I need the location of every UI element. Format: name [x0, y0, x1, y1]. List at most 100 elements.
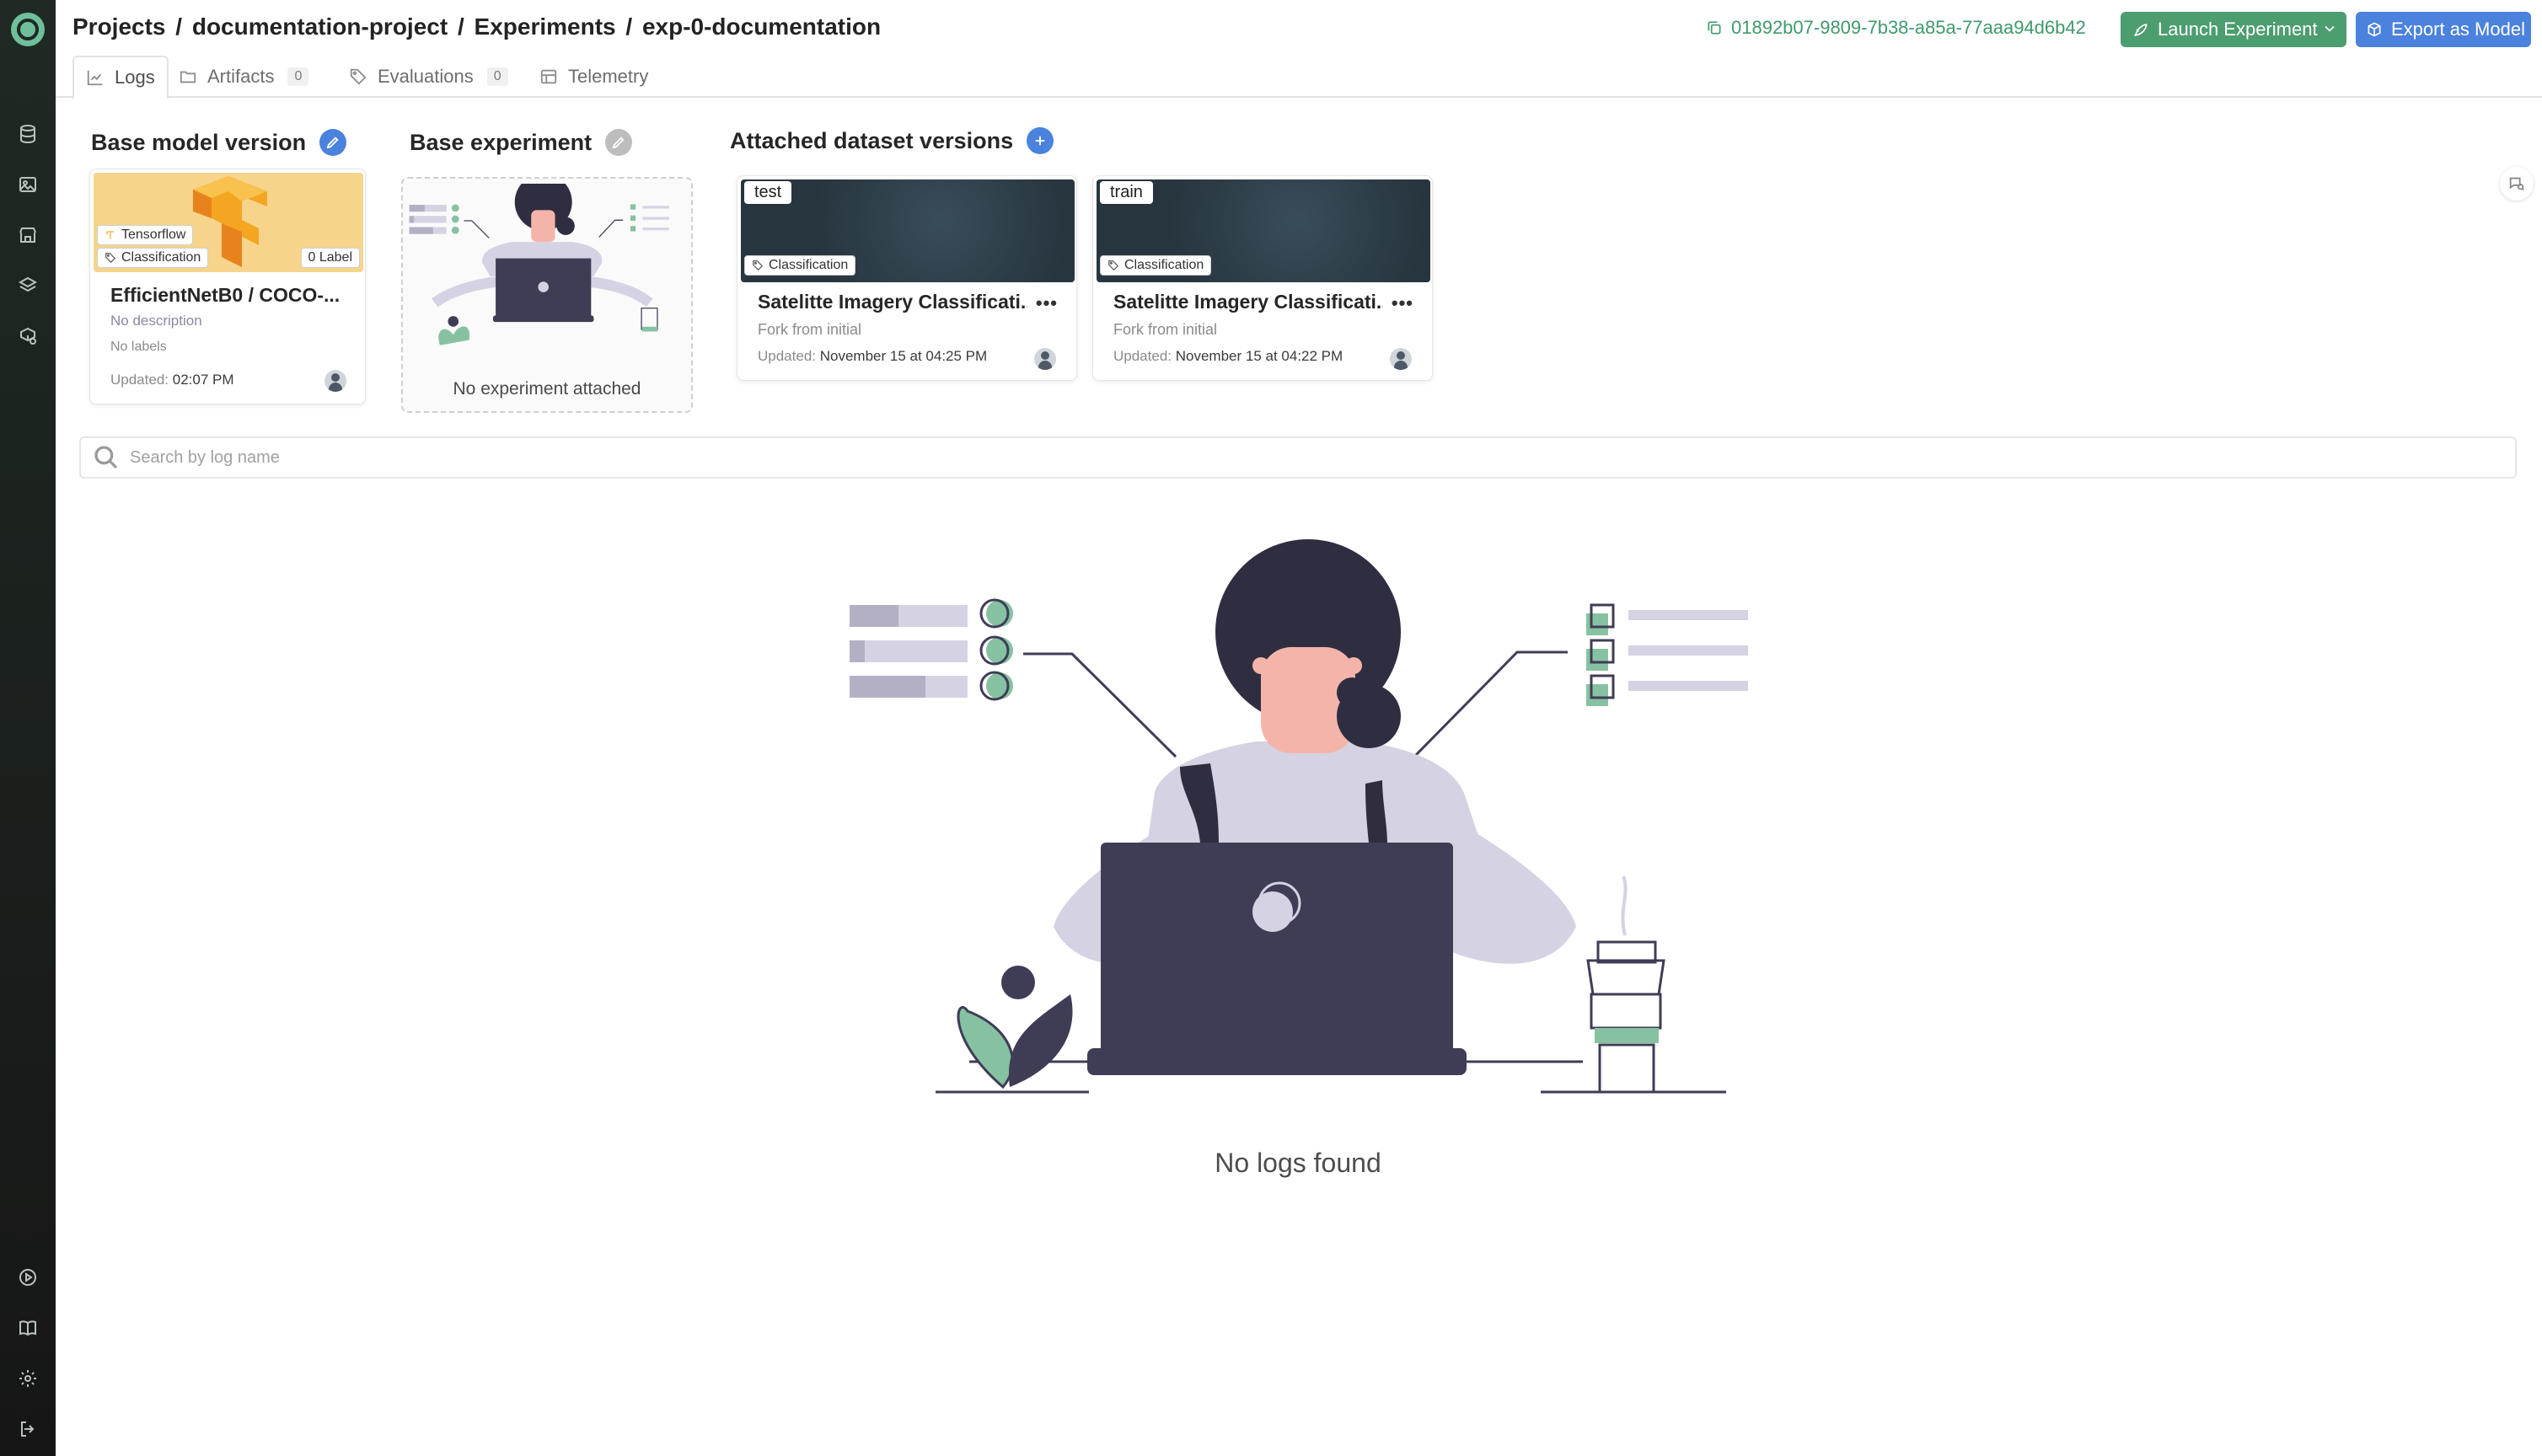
breadcrumb: Projects / documentation-project / Exper…: [72, 13, 881, 40]
dataset-fork-origin: Fork from initial: [758, 321, 862, 338]
empty-state-illustration: [850, 539, 1748, 1094]
base-experiment-section-title: Base experiment: [410, 129, 633, 156]
experiment-id: 01892b07-9809-7b38-a85a-77aaa94d6b42: [1731, 17, 2086, 38]
dataset-version-tag: test: [744, 181, 792, 204]
telemetry-icon: [540, 69, 557, 84]
avatar: [324, 370, 346, 392]
updated-label: Updated:: [1113, 348, 1172, 364]
dataset-updated: Updated: November 15 at 04:25 PM: [758, 348, 987, 365]
tab-bar: Logs Artifacts 0 Evaluations 0 Telemetry: [56, 56, 2542, 99]
updated-value: November 15 at 04:25 PM: [819, 348, 988, 364]
tab-count-badge: 0: [287, 67, 309, 86]
attach-dataset-button[interactable]: [1027, 127, 1054, 154]
breadcrumb-project[interactable]: documentation-project: [192, 13, 448, 40]
breadcrumb-experiment: exp-0-documentation: [641, 13, 882, 40]
tag-icon: [1108, 260, 1119, 271]
tab-label: Telemetry: [568, 66, 649, 87]
export-as-model-button[interactable]: Export as Model: [2356, 12, 2531, 47]
chat-search-icon: [2509, 177, 2524, 190]
pencil-icon: [612, 136, 625, 149]
breadcrumb-separator: /: [625, 13, 633, 40]
more-options-icon[interactable]: •••: [1392, 292, 1413, 314]
label-count-text: 0 Label: [308, 250, 353, 265]
no-experiment-caption: No experiment attached: [453, 379, 641, 399]
chevron-down-icon[interactable]: [2321, 20, 2338, 37]
base-experiment-placeholder[interactable]: No experiment attached: [401, 177, 693, 413]
person-laptop-illustration-small: [409, 184, 669, 345]
breadcrumb-separator: /: [457, 13, 464, 40]
dataset-fork-origin: Fork from initial: [1113, 321, 1218, 338]
plus-icon: [1035, 136, 1045, 146]
datasets-section-title: Attached dataset versions: [730, 127, 1054, 154]
database-icon[interactable]: [16, 122, 40, 146]
app-logo[interactable]: [11, 13, 45, 46]
base-model-section-title: Base model version: [91, 129, 347, 156]
tab-label: Logs: [115, 67, 155, 88]
breadcrumb-projects[interactable]: Projects: [72, 13, 166, 40]
rocket-icon: [2133, 24, 2148, 37]
chart-line-icon: [87, 70, 103, 86]
logout-icon[interactable]: [16, 1417, 40, 1441]
section-title-text: Attached dataset versions: [730, 127, 1014, 153]
dataset-title: Satelitte Imagery Classificati...: [1113, 291, 1383, 313]
search-icon: [94, 446, 118, 469]
section-title-text: Base model version: [91, 129, 307, 155]
base-model-card[interactable]: Tensorflow Classification 0 Label Effici…: [89, 169, 366, 404]
model-labels: No labels: [110, 340, 167, 354]
dataset-type-label: Classification: [1124, 258, 1204, 272]
tab-telemetry[interactable]: Telemetry: [528, 56, 660, 98]
export-as-model-label: Export as Model: [2391, 19, 2525, 40]
dataset-type-chip: Classification: [1100, 255, 1212, 276]
section-title-text: Base experiment: [410, 129, 593, 155]
tensorflow-thumbnail: Tensorflow Classification 0 Label: [94, 173, 363, 272]
chat-search-button[interactable]: [2500, 167, 2534, 201]
updated-value: 02:07 PM: [172, 372, 234, 388]
book-icon[interactable]: [16, 1316, 40, 1340]
breadcrumb-experiments[interactable]: Experiments: [475, 13, 616, 40]
avatar: [1390, 348, 1412, 370]
log-search-bar: [79, 436, 2517, 479]
edit-base-experiment-button[interactable]: [605, 129, 633, 156]
launch-experiment-label: Launch Experiment: [2158, 19, 2318, 40]
breadcrumb-separator: /: [175, 13, 183, 40]
experiment-id-copy[interactable]: 01892b07-9809-7b38-a85a-77aaa94d6b42: [1706, 17, 2086, 39]
dataset-version-tag: train: [1100, 181, 1153, 204]
log-search-input[interactable]: [130, 447, 2405, 468]
tag-icon: [350, 68, 367, 85]
tab-evaluations[interactable]: Evaluations 0: [337, 56, 520, 98]
tag-icon: [753, 260, 764, 271]
dataset-title: Satelitte Imagery Classificati...: [758, 291, 1027, 313]
more-options-icon[interactable]: •••: [1036, 292, 1058, 314]
no-logs-message: No logs found: [1215, 1148, 1381, 1178]
avatar: [1034, 348, 1056, 370]
edit-base-model-button[interactable]: [319, 129, 347, 156]
image-icon[interactable]: [16, 173, 40, 196]
label-count-badge: 0 Label: [300, 248, 360, 268]
pencil-icon: [326, 136, 339, 149]
launch-experiment-button[interactable]: Launch Experiment: [2121, 12, 2346, 47]
model-name: EfficientNetB0 / COCO-...: [110, 284, 341, 306]
updated-label: Updated:: [110, 372, 169, 388]
copy-icon: [1708, 21, 1721, 35]
store-icon[interactable]: [16, 223, 40, 247]
dataset-card-test[interactable]: test Classification Satelitte Imagery Cl…: [737, 175, 1077, 381]
dataset-type-chip: Classification: [744, 255, 856, 276]
dataset-type-label: Classification: [769, 258, 849, 272]
dataset-updated: Updated: November 15 at 04:22 PM: [1113, 348, 1343, 365]
model-type-label: Classification: [121, 250, 201, 265]
layers-icon[interactable]: [16, 274, 40, 297]
settings-icon[interactable]: [16, 1367, 40, 1390]
deploy-icon[interactable]: [16, 324, 40, 348]
app-root: Projects / documentation-project / Exper…: [0, 0, 2542, 1456]
framework-label: Tensorflow: [121, 228, 186, 242]
sidebar: [0, 0, 56, 1456]
tab-label: Artifacts: [207, 66, 275, 87]
tag-icon: [105, 253, 116, 264]
cube-icon: [2368, 22, 2381, 37]
tab-artifacts[interactable]: Artifacts 0: [167, 56, 320, 98]
dataset-card-train[interactable]: train Classification Satelitte Imagery C…: [1092, 175, 1433, 381]
model-description: No description: [110, 313, 202, 329]
tab-logs[interactable]: Logs: [72, 56, 169, 99]
play-circle-icon[interactable]: [16, 1266, 40, 1289]
framework-chip: Tensorflow: [97, 225, 194, 245]
